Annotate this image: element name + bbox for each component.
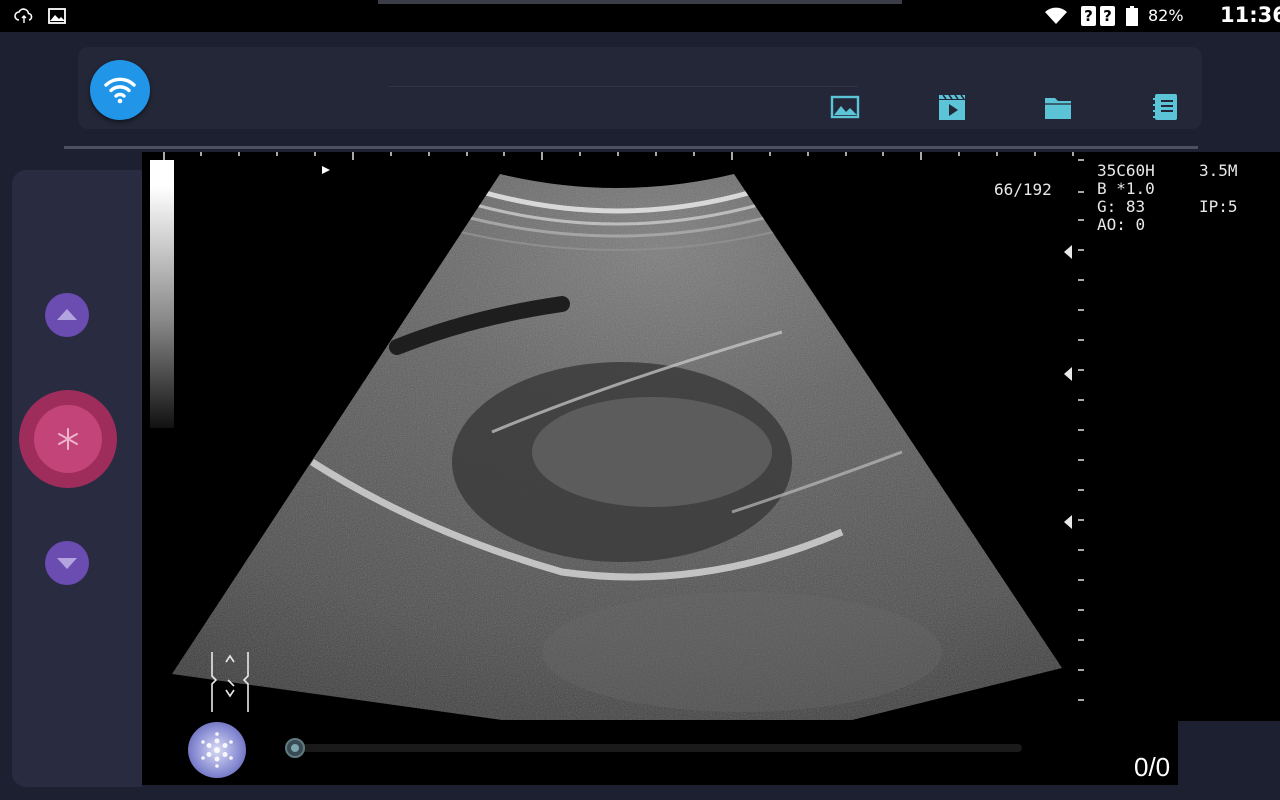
triangle-down-icon (57, 558, 77, 569)
folder-icon[interactable] (1043, 92, 1073, 122)
freeze-button-inner (34, 405, 102, 473)
snowflake-icon (58, 428, 78, 450)
sync-cloud-icon (14, 8, 33, 23)
grayscale-bar (150, 160, 174, 428)
wifi-signal-icon (1045, 7, 1067, 24)
frame-counter: 66/192 (994, 180, 1052, 199)
gain-up-button[interactable] (45, 293, 89, 337)
app-logo-icon[interactable] (188, 722, 246, 778)
sim-status-1: ? (1081, 6, 1096, 26)
report-icon[interactable] (1150, 92, 1180, 122)
wifi-icon (104, 77, 136, 104)
b-mode-label: B *1.0 (1097, 179, 1155, 198)
top-toolbar (78, 47, 1202, 129)
ultrasound-image (163, 152, 1084, 720)
video-icon[interactable] (937, 92, 967, 122)
freeze-button[interactable] (19, 390, 117, 488)
ip-label: IP:5 (1199, 197, 1238, 216)
gain-down-button[interactable] (45, 541, 89, 585)
image-icon[interactable] (830, 92, 860, 122)
triangle-up-icon (57, 309, 77, 320)
battery-percentage: 82% (1148, 6, 1184, 25)
cine-slider-track[interactable] (296, 744, 1022, 752)
gallery-icon (48, 8, 66, 24)
notification-handle (378, 0, 902, 4)
ao-label: AO: 0 (1097, 215, 1146, 234)
header-divider (64, 146, 1198, 149)
sim-status-2: ? (1100, 6, 1115, 26)
battery-icon (1126, 6, 1138, 26)
frequency-label: 3.5M (1199, 161, 1238, 180)
wifi-connect-button[interactable] (90, 60, 150, 120)
toolbar-divider (388, 86, 858, 87)
snowflake-logo-icon (201, 732, 233, 768)
probe-label: 35C60H (1097, 161, 1155, 180)
status-bar: ? ? 82% 11:36 (0, 0, 1280, 32)
clock: 11:36 (1220, 3, 1280, 27)
cine-frame-count: 0/0 (1134, 752, 1171, 782)
cine-slider-handle[interactable] (285, 738, 305, 758)
probe-orientation-icon (211, 652, 249, 712)
parameter-panel (1178, 152, 1280, 721)
gain-label: G: 83 (1097, 197, 1146, 216)
focus-marker-icon (322, 166, 330, 174)
